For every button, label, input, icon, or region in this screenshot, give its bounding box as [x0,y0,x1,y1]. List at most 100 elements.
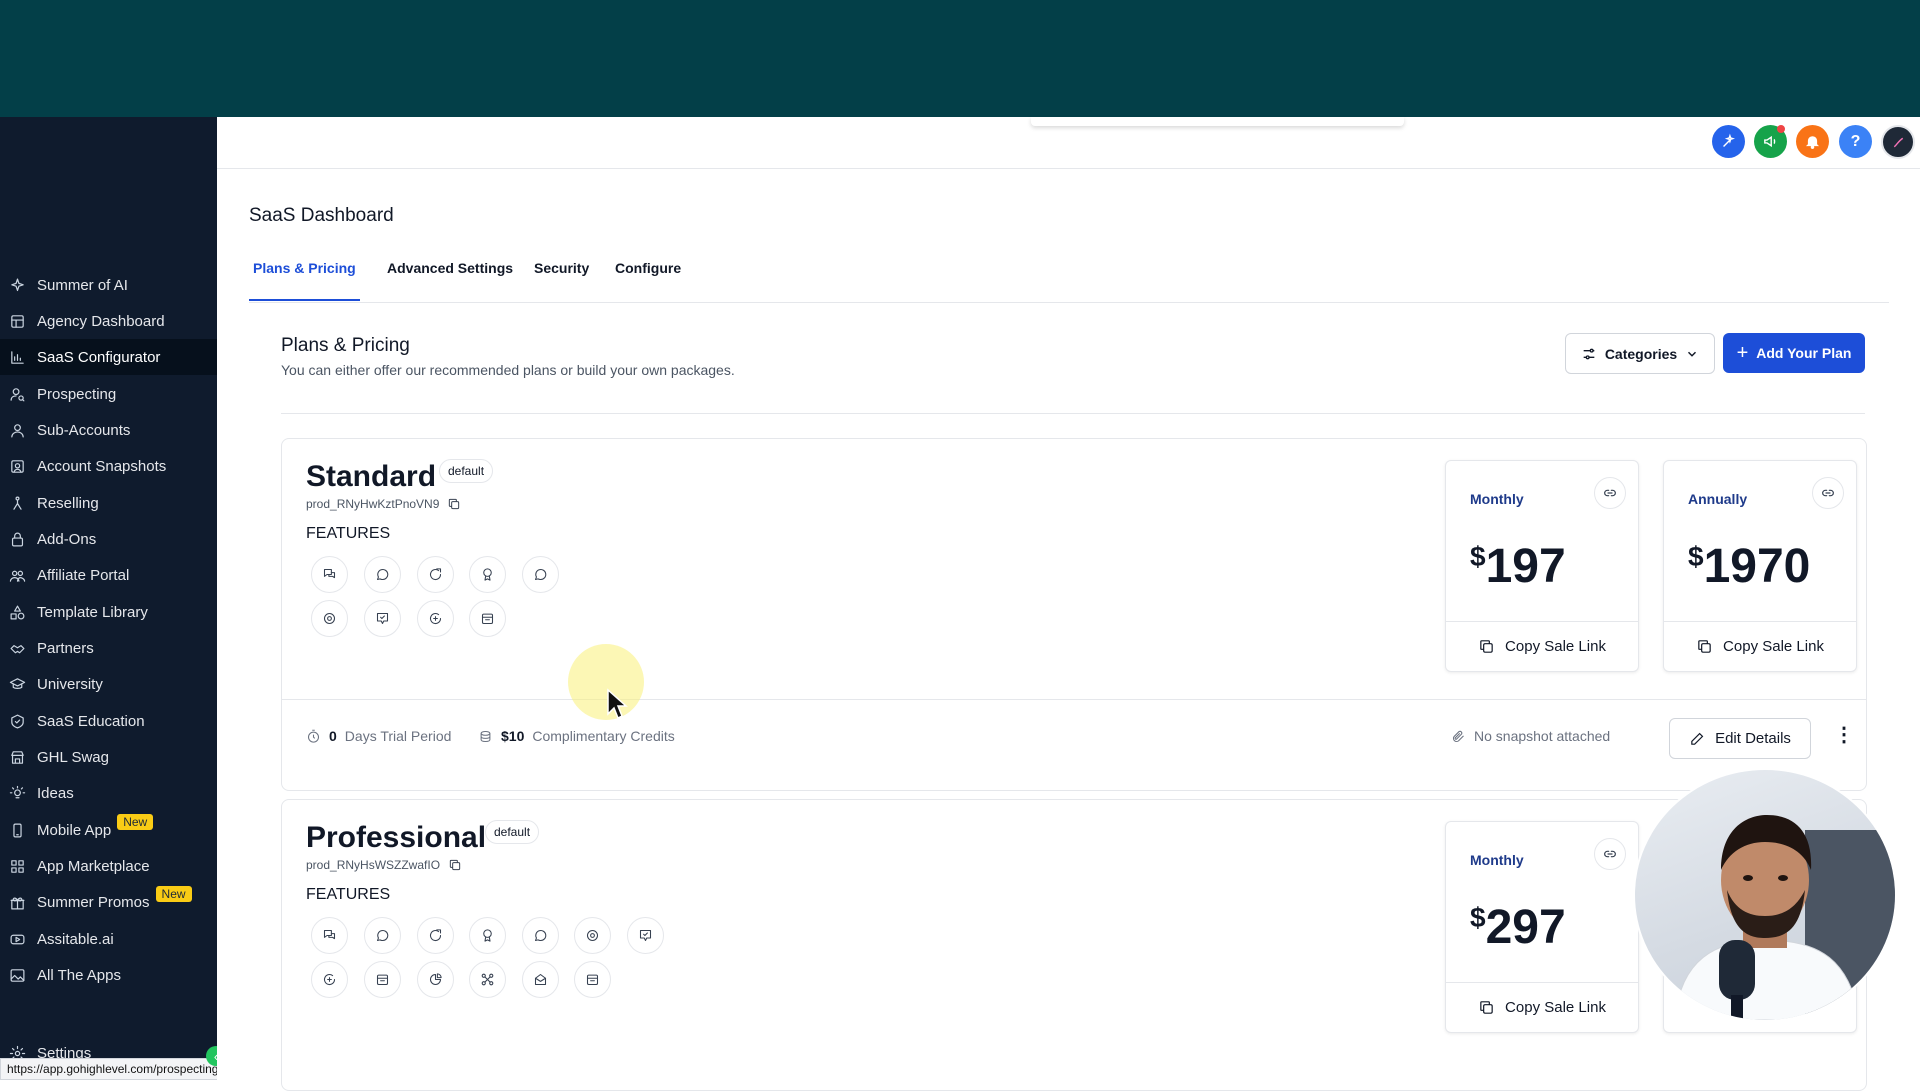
award-icon[interactable] [469,556,506,593]
sidebar-item-saas-configurator[interactable]: SaaS Configurator [0,339,217,375]
workflow-icon[interactable] [469,961,506,998]
add-plan-button[interactable]: + Add Your Plan [1723,333,1865,373]
education-icon [8,712,26,730]
sidebar-item-agency-dashboard[interactable]: Agency Dashboard [0,303,217,339]
sidebar-item-ghl-swag[interactable]: GHL Swag [0,739,217,775]
copy-icon[interactable] [448,858,462,872]
pie-chart-icon[interactable] [417,961,454,998]
target-icon[interactable] [311,600,348,637]
sidebar-item-ideas[interactable]: Ideas [0,775,217,811]
phone-chat-icon[interactable] [417,917,454,954]
sidebar-item-university[interactable]: University [0,666,217,702]
sidebar-item-saas-education[interactable]: SaaS Education [0,703,217,739]
snapshot-status: No snapshot attached [1451,728,1610,744]
user-avatar[interactable] [1881,125,1915,159]
sidebar-item-mobile-app[interactable]: Mobile App New [0,812,217,848]
more-options-icon[interactable]: ⋮ [1834,722,1854,747]
copy-icon [1480,1000,1493,1014]
message-circle-icon[interactable] [522,556,559,593]
link-icon[interactable] [1812,477,1844,509]
sidebar-item-affiliate-portal[interactable]: Affiliate Portal [0,557,217,593]
edit-details-button[interactable]: Edit Details [1669,718,1811,759]
sidebar-item-reselling[interactable]: Reselling [0,485,217,521]
megaphone-icon[interactable] [1754,125,1787,158]
copy-icon[interactable] [447,497,461,511]
message-circle-icon[interactable] [522,917,559,954]
bell-icon[interactable] [1796,125,1829,158]
copy-icon [1480,639,1493,653]
sidebar-item-summer-of-ai[interactable]: Summer of AI [0,267,217,303]
features-heading: FEATURES [306,886,391,903]
sidebar-item-label: University [37,675,103,693]
review-icon[interactable] [311,961,348,998]
sidebar-item-summer-promos[interactable]: Summer Promos New [0,884,217,920]
calendar-icon[interactable] [364,961,401,998]
section-divider [281,413,1865,414]
sidebar-item-account-snapshots[interactable]: Account Snapshots [0,448,217,484]
sparkle-icon [8,276,26,294]
tab-configure[interactable]: Configure [615,252,681,301]
sidebar-item-label: All The Apps [37,966,121,984]
phone-chat-icon[interactable] [417,556,454,593]
copy-icon [1698,639,1711,653]
sidebar-item-label: GHL Swag [37,748,109,766]
user-icon [8,421,26,439]
sidebar-item-partners[interactable]: Partners [0,630,217,666]
sidebar-item-assitable-ai[interactable]: Assitable.ai [0,921,217,957]
sidebar-item-template-library[interactable]: Template Library [0,594,217,630]
whatsapp-icon[interactable] [364,917,401,954]
snapshot-icon [8,457,26,475]
plan-card-professional: Professional default prod_RNyHsWSZZwafIO… [281,799,1867,1091]
sidebar-item-label: Ideas [37,784,74,802]
review-icon[interactable] [417,600,454,637]
tab-security[interactable]: Security [534,252,589,301]
price-box-monthly: Monthly $197 Copy Sale Link [1445,460,1639,672]
chevron-down-icon [1688,351,1697,357]
tab-advanced-settings[interactable]: Advanced Settings [387,252,513,301]
sidebar-item-label: Account Snapshots [37,457,167,475]
whatsapp-icon[interactable] [364,556,401,593]
shield-chat-icon[interactable] [627,917,664,954]
sidebar-item-label: Summer of AI [37,276,128,294]
search-dropdown[interactable] [1031,117,1404,126]
copy-sale-link-button[interactable]: Copy Sale Link [1446,622,1638,670]
new-badge: New [117,814,154,830]
handshake-icon [8,639,26,657]
sidebar-item-app-marketplace[interactable]: App Marketplace [0,848,217,884]
shield-chat-icon[interactable] [364,600,401,637]
help-label: ? [1850,132,1861,150]
graduation-cap-icon [8,675,26,693]
mouse-cursor-icon [607,688,628,720]
link-icon[interactable] [1594,477,1626,509]
plan-card-standard: Standard default prod_RNyHwKztPnoVN9 FEA… [281,438,1867,791]
video-icon [8,930,26,948]
chat-bubbles-icon[interactable] [311,556,348,593]
sidebar-item-prospecting[interactable]: Prospecting [0,376,217,412]
calendar-icon[interactable] [469,600,506,637]
lightbulb-icon [8,784,26,802]
sidebar-item-sub-accounts[interactable]: Sub-Accounts [0,412,217,448]
sidebar-item-all-the-apps[interactable]: All The Apps [0,957,217,993]
tab-plans-pricing[interactable]: Plans & Pricing [249,252,360,301]
store-icon [8,748,26,766]
sidebar-item-label: Assitable.ai [37,930,114,948]
copy-sale-link-button[interactable]: Copy Sale Link [1664,622,1856,670]
sidebar-item-add-ons[interactable]: Add-Ons [0,521,217,557]
presenter-illustration [1674,815,1895,1020]
categories-label: Categories [1604,345,1678,362]
mail-icon[interactable] [522,961,559,998]
copy-sale-link-button[interactable]: Copy Sale Link [1446,983,1638,1031]
target-icon[interactable] [574,917,611,954]
chat-bubbles-icon[interactable] [311,917,348,954]
mobile-icon [8,821,26,839]
magic-sparkle-icon[interactable] [1712,125,1745,158]
help-icon[interactable]: ? [1839,125,1872,158]
categories-button[interactable]: Categories [1565,333,1715,374]
product-id: prod_RNyHsWSZZwafIO [306,858,462,872]
shapes-icon [8,603,26,621]
link-icon[interactable] [1594,838,1626,870]
price-box-annually: Annually $1970 Copy Sale Link [1663,460,1857,672]
billing-period: Monthly [1470,491,1524,507]
table-icon[interactable] [574,961,611,998]
award-icon[interactable] [469,917,506,954]
